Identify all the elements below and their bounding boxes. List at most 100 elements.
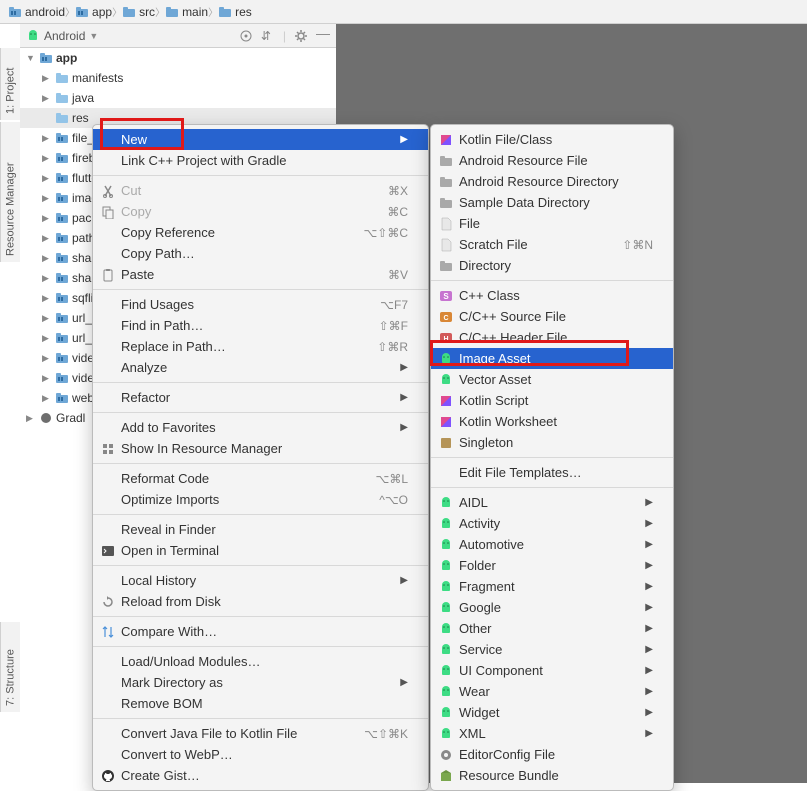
submenu-arrow-icon: ▶ — [400, 362, 408, 373]
breadcrumb-item[interactable]: res — [216, 5, 254, 19]
menu-item[interactable]: Load/Unload Modules… — [93, 651, 428, 672]
blank-icon — [101, 247, 115, 261]
menu-item[interactable]: XML▶ — [431, 723, 673, 744]
blank-icon — [101, 574, 115, 588]
module-icon — [55, 231, 69, 245]
menu-item[interactable]: Compare With… — [93, 621, 428, 642]
menu-item[interactable]: Reload from Disk — [93, 591, 428, 612]
menu-item[interactable]: Optimize Imports^⌥O — [93, 489, 428, 510]
menu-item[interactable]: Android Resource File — [431, 150, 673, 171]
menu-item[interactable]: Show In Resource Manager — [93, 438, 428, 459]
menu-item[interactable]: Remove BOM — [93, 693, 428, 714]
expand-arrow-icon: ▶ — [42, 213, 52, 224]
menu-item[interactable]: Singleton — [431, 432, 673, 453]
menu-item[interactable]: Cut⌘X — [93, 180, 428, 201]
menu-item-label: Add to Favorites — [121, 420, 394, 435]
menu-item[interactable]: Refactor▶ — [93, 387, 428, 408]
expand-arrow-icon: ▶ — [42, 373, 52, 384]
menu-item[interactable]: Copy Reference⌥⇧⌘C — [93, 222, 428, 243]
tree-item[interactable]: ▶ java — [20, 88, 336, 108]
menu-item[interactable]: Link C++ Project with Gradle — [93, 150, 428, 171]
menu-item[interactable]: Google▶ — [431, 597, 673, 618]
menu-item[interactable]: Widget▶ — [431, 702, 673, 723]
menu-item[interactable]: Automotive▶ — [431, 534, 673, 555]
project-dropdown[interactable]: Android ▼ — [26, 29, 98, 43]
android-icon — [26, 29, 40, 43]
menu-item[interactable]: UI Component▶ — [431, 660, 673, 681]
submenu-arrow-icon: ▶ — [400, 392, 408, 403]
blank-icon — [101, 226, 115, 240]
menu-item[interactable]: Image Asset — [431, 348, 673, 369]
gear-icon[interactable] — [294, 29, 308, 43]
menu-item[interactable]: Service▶ — [431, 639, 673, 660]
menu-item[interactable]: EditorConfig File — [431, 744, 673, 765]
box-icon — [439, 436, 453, 450]
menu-item[interactable]: Android Resource Directory — [431, 171, 673, 192]
cpp-h-icon — [439, 331, 453, 345]
menu-item-label: AIDL — [459, 495, 639, 510]
menu-item[interactable]: C/C++ Header File — [431, 327, 673, 348]
module-icon — [39, 51, 53, 65]
menu-item[interactable]: Add to Favorites▶ — [93, 417, 428, 438]
menu-item[interactable]: Copy⌘C — [93, 201, 428, 222]
menu-item[interactable]: Reveal in Finder — [93, 519, 428, 540]
menu-item[interactable]: AIDL▶ — [431, 492, 673, 513]
menu-item[interactable]: Vector Asset — [431, 369, 673, 390]
tree-item[interactable]: ▶manifests — [20, 68, 336, 88]
menu-item[interactable]: Reformat Code⌥⌘L — [93, 468, 428, 489]
tree-item-label: java — [72, 91, 94, 105]
menu-item[interactable]: C++ Class — [431, 285, 673, 306]
tree-item[interactable]: ▼app — [20, 48, 336, 68]
project-tab[interactable]: 1: Project — [0, 48, 20, 120]
breadcrumb-item[interactable]: app — [73, 5, 114, 19]
breadcrumb-item[interactable]: src — [120, 5, 157, 19]
hide-icon[interactable]: — — [316, 29, 330, 43]
menu-item[interactable]: Scratch File⇧⌘N — [431, 234, 673, 255]
menu-item-label: XML — [459, 726, 639, 741]
menu-item[interactable]: Kotlin Script — [431, 390, 673, 411]
target-icon[interactable] — [239, 29, 253, 43]
menu-item[interactable]: New▶ — [93, 129, 428, 150]
menu-item[interactable]: Directory — [431, 255, 673, 276]
resource-manager-tab[interactable]: Resource Manager — [0, 122, 20, 262]
breadcrumb-item[interactable]: android — [6, 5, 67, 19]
module-icon — [55, 291, 69, 305]
structure-tab[interactable]: 7: Structure — [0, 622, 20, 712]
menu-item[interactable]: Kotlin Worksheet — [431, 411, 673, 432]
breadcrumb-item[interactable]: main — [163, 5, 210, 19]
menu-item-label: Show In Resource Manager — [121, 441, 408, 456]
menu-item-label: Load/Unload Modules… — [121, 654, 408, 669]
menu-item[interactable]: Other▶ — [431, 618, 673, 639]
collapse-icon[interactable]: ⇵ — [261, 29, 275, 43]
menu-item[interactable]: Wear▶ — [431, 681, 673, 702]
menu-item[interactable]: Find in Path…⇧⌘F — [93, 315, 428, 336]
menu-item[interactable]: Kotlin File/Class — [431, 129, 673, 150]
android-icon — [439, 496, 453, 510]
menu-item[interactable]: Edit File Templates… — [431, 462, 673, 483]
module-icon — [55, 211, 69, 225]
menu-item[interactable]: Analyze▶ — [93, 357, 428, 378]
menu-item[interactable]: Mark Directory as▶ — [93, 672, 428, 693]
menu-item[interactable]: Fragment▶ — [431, 576, 673, 597]
android-icon — [439, 664, 453, 678]
menu-item[interactable]: Open in Terminal — [93, 540, 428, 561]
menu-item[interactable]: File — [431, 213, 673, 234]
expand-arrow-icon: ▶ — [42, 93, 52, 104]
blank-icon — [101, 655, 115, 669]
menu-item[interactable]: Copy Path… — [93, 243, 428, 264]
menu-item[interactable]: Convert to WebP… — [93, 744, 428, 765]
menu-item[interactable]: C/C++ Source File — [431, 306, 673, 327]
paste-icon — [101, 268, 115, 282]
module-icon — [55, 271, 69, 285]
menu-item[interactable]: Find Usages⌥F7 — [93, 294, 428, 315]
menu-item[interactable]: Local History▶ — [93, 570, 428, 591]
submenu-arrow-icon: ▶ — [400, 575, 408, 586]
blank-icon — [101, 133, 115, 147]
menu-item[interactable]: Sample Data Directory — [431, 192, 673, 213]
menu-item[interactable]: Paste⌘V — [93, 264, 428, 285]
menu-item[interactable]: Convert Java File to Kotlin File⌥⇧⌘K — [93, 723, 428, 744]
menu-item-label: Folder — [459, 558, 639, 573]
menu-item[interactable]: Activity▶ — [431, 513, 673, 534]
menu-item[interactable]: Replace in Path…⇧⌘R — [93, 336, 428, 357]
menu-item[interactable]: Folder▶ — [431, 555, 673, 576]
